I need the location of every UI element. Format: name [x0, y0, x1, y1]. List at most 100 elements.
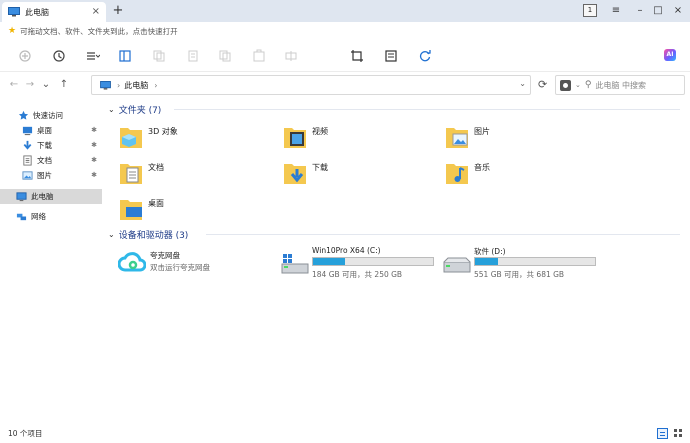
folders-group-header[interactable]: ⌄ 文件夹 (7) — [108, 102, 161, 116]
history-icon[interactable] — [52, 49, 66, 63]
sidebar-item-label: 下载 — [37, 141, 52, 150]
refresh-icon[interactable]: ⟳ — [538, 78, 547, 91]
sidebar-item-quick-access[interactable]: 快速访问 — [0, 108, 102, 123]
group-divider — [206, 234, 680, 235]
cloud-subtitle: 双击运行夸克网盘 — [150, 263, 210, 272]
quick-access-notice: ★ 可拖动文档、软件、文件夹到此，点击快速打开 — [0, 22, 690, 40]
back-button[interactable]: ← — [8, 78, 20, 92]
page-badge[interactable]: 1 — [583, 4, 597, 17]
address-row: ← → ⌄ ↑ › 此电脑 › ⌄ ⟳ ⌄ ⚲ 此电脑 中搜索 — [0, 72, 690, 98]
devices-group-header[interactable]: ⌄ 设备和驱动器 (3) — [108, 227, 188, 241]
address-dropdown-icon[interactable]: ⌄ — [519, 79, 526, 88]
sidebar-item-this-pc[interactable]: 此电脑 — [0, 189, 102, 204]
search-placeholder: 此电脑 中搜索 — [595, 80, 647, 90]
folder-3d-objects[interactable]: 3D 对象 — [104, 122, 254, 154]
move-icon[interactable] — [252, 49, 266, 63]
pin-icon: ✱ — [91, 156, 97, 164]
new-tab-button[interactable]: + — [110, 2, 126, 20]
star-icon: ★ — [8, 26, 17, 36]
forward-button[interactable]: → — [24, 78, 36, 92]
sidebar-item-downloads[interactable]: 下载 ✱ — [0, 138, 102, 153]
paste-icon[interactable] — [186, 49, 200, 63]
folders-group-title: 文件夹 (7) — [118, 105, 162, 116]
search-icon: ⚲ — [584, 80, 592, 90]
search-engine-icon[interactable] — [560, 79, 571, 91]
music-folder-icon — [446, 164, 468, 184]
drive-size-text: 184 GB 可用，共 250 GB — [312, 270, 403, 279]
network-icon — [16, 213, 27, 221]
pictures-folder-icon — [446, 128, 468, 148]
up-button[interactable]: ↑ — [58, 78, 70, 92]
desktop-folder-icon — [120, 200, 142, 220]
folder-name: 视频 — [312, 127, 328, 136]
breadcrumb-this-pc[interactable]: 此电脑 — [124, 80, 148, 91]
cloud-name: 夸克网盘 — [150, 251, 180, 260]
close-button[interactable]: × — [669, 3, 687, 19]
folder-name: 图片 — [474, 127, 490, 136]
chevron-down-icon[interactable]: ⌄ — [108, 230, 115, 239]
archive-icon[interactable] — [384, 49, 398, 63]
star-icon — [18, 110, 29, 120]
folder-documents[interactable]: 文档 — [104, 158, 254, 190]
chevron-down-icon[interactable]: ⌄ — [108, 105, 115, 114]
drive-size-text: 551 GB 可用，共 681 GB — [474, 270, 565, 279]
title-bar: 此电脑 × + 1 ≡ – □ × — [0, 0, 690, 22]
view-menu-icon[interactable] — [86, 49, 100, 63]
sidebar-item-documents[interactable]: 文档 ✱ — [0, 153, 102, 168]
chevron-down-icon[interactable]: ⌄ — [575, 81, 581, 89]
folder-name: 音乐 — [474, 163, 490, 172]
menu-icon[interactable]: ≡ — [607, 3, 625, 19]
quark-cloud-drive[interactable]: 夸克网盘 双击运行夸克网盘 — [118, 248, 278, 278]
address-bar[interactable]: › 此电脑 › ⌄ — [91, 75, 531, 95]
details-view-button[interactable] — [657, 428, 668, 439]
drive-d[interactable]: 软件 (D:) 551 GB 可用，共 681 GB — [442, 246, 602, 282]
status-bar: 10 个项目 — [0, 424, 690, 443]
sidebar-item-pictures[interactable]: 图片 ✱ — [0, 168, 102, 183]
sidebar-item-label: 网络 — [31, 212, 46, 221]
drive-c[interactable]: Win10Pro X64 (C:) 184 GB 可用，共 250 GB — [280, 246, 440, 282]
3d-objects-folder-icon — [120, 128, 142, 148]
sidebar-item-desktop[interactable]: 桌面 ✱ — [0, 123, 102, 138]
folder-videos[interactable]: 视频 — [268, 122, 418, 154]
tab-label: 此电脑 — [25, 7, 49, 17]
folder-desktop[interactable]: 桌面 — [104, 194, 254, 226]
drive-name: Win10Pro X64 (C:) — [312, 246, 381, 255]
sidebar-item-network[interactable]: 网络 — [0, 209, 102, 224]
folder-downloads[interactable]: 下载 — [268, 158, 418, 190]
ai-assistant-button[interactable]: AI — [664, 49, 676, 61]
recent-locations-button[interactable]: ⌄ — [40, 78, 52, 92]
rename-icon[interactable] — [284, 49, 298, 63]
folder-name: 3D 对象 — [148, 127, 178, 136]
pin-icon: ✱ — [91, 171, 97, 179]
sync-icon[interactable] — [418, 49, 432, 63]
desktop-icon — [22, 126, 33, 136]
maximize-button[interactable]: □ — [649, 3, 667, 19]
sidebar-item-label: 快速访问 — [33, 111, 63, 120]
document-icon — [23, 155, 32, 166]
breadcrumb-separator: › — [117, 80, 121, 90]
navigation-pane: 快速访问 桌面 ✱ 下载 ✱ 文档 ✱ 图片 ✱ 此电脑 网络 — [0, 98, 104, 424]
drive-usage-fill — [313, 258, 345, 265]
folder-pictures[interactable]: 图片 — [430, 122, 580, 154]
breadcrumb-separator[interactable]: › — [154, 81, 157, 90]
windows-drive-icon — [281, 254, 309, 274]
sidebar-item-label: 图片 — [37, 171, 52, 180]
folder-music[interactable]: 音乐 — [430, 158, 580, 190]
folder-name: 下载 — [312, 163, 328, 172]
folder-name: 桌面 — [148, 199, 164, 208]
documents-folder-icon — [120, 164, 142, 184]
minimize-button[interactable]: – — [631, 3, 649, 19]
new-icon[interactable] — [18, 49, 32, 63]
computer-icon — [16, 192, 27, 202]
pin-icon: ✱ — [91, 126, 97, 134]
crop-icon[interactable] — [350, 49, 364, 63]
search-input[interactable]: ⌄ ⚲ 此电脑 中搜索 — [555, 75, 685, 95]
picture-icon — [22, 171, 33, 180]
tab-close-icon[interactable]: × — [92, 6, 100, 17]
tiles-view-button[interactable] — [673, 428, 684, 439]
tab-this-pc[interactable]: 此电脑 × — [2, 2, 106, 22]
pane-icon[interactable] — [118, 49, 132, 63]
copy-path-icon[interactable] — [218, 49, 232, 63]
computer-icon — [8, 7, 20, 17]
copy-icon[interactable] — [152, 49, 166, 63]
